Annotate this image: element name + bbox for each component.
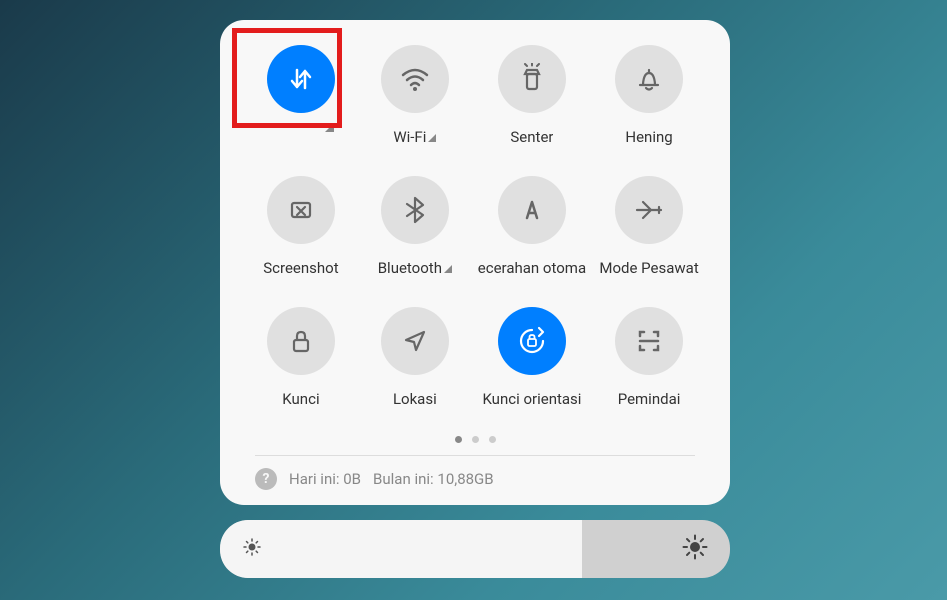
airplane-toggle[interactable] <box>615 176 683 244</box>
mobile-data-toggle[interactable] <box>267 45 335 113</box>
tile-label: ecerahan otoma <box>478 259 586 277</box>
flashlight-icon <box>516 63 548 95</box>
tile-label: Wi-Fi <box>393 128 436 146</box>
page-dot-1[interactable] <box>455 436 462 443</box>
flashlight-toggle[interactable] <box>498 45 566 113</box>
wifi-icon <box>399 63 431 95</box>
tile-screenshot: Screenshot <box>250 176 352 277</box>
tile-label: Hening <box>625 128 672 146</box>
bell-icon <box>633 63 665 95</box>
tile-scanner: Pemindai <box>598 307 700 408</box>
data-usage-row[interactable]: ? Hari ini: 0B Bulan ini: 10,88GB <box>240 456 710 490</box>
usage-month: Bulan ini: 10,88GB <box>373 470 494 488</box>
brightness-fill <box>220 520 582 578</box>
tile-label: Bluetooth <box>378 259 452 277</box>
wifi-toggle[interactable] <box>381 45 449 113</box>
scanner-button[interactable] <box>615 307 683 375</box>
page-dot-2[interactable] <box>472 436 479 443</box>
tiles-grid: Wi-Fi Senter H <box>240 45 710 408</box>
tile-flashlight: Senter <box>478 45 586 146</box>
quick-settings-panel: Wi-Fi Senter H <box>220 20 730 505</box>
lock-icon <box>285 325 317 357</box>
auto-brightness-icon <box>516 194 548 226</box>
orientation-lock-toggle[interactable] <box>498 307 566 375</box>
bluetooth-icon <box>399 194 431 226</box>
tile-mobile-data <box>250 45 352 146</box>
tile-label: Senter <box>510 128 553 146</box>
page-dot-3[interactable] <box>489 436 496 443</box>
airplane-icon <box>633 194 665 226</box>
expand-indicator-icon <box>444 265 452 273</box>
tile-location: Lokasi <box>364 307 466 408</box>
tile-bluetooth: Bluetooth <box>364 176 466 277</box>
help-icon: ? <box>255 468 277 490</box>
tile-lock: Kunci <box>250 307 352 408</box>
usage-today: Hari ini: 0B <box>289 470 361 488</box>
brightness-slider[interactable] <box>220 520 730 578</box>
tile-label: Mode Pesawat <box>599 259 698 277</box>
tile-orientation-lock: Kunci orientasi <box>478 307 586 408</box>
lock-button[interactable] <box>267 307 335 375</box>
silent-toggle[interactable] <box>615 45 683 113</box>
tile-label: Lokasi <box>393 390 437 408</box>
tile-label: Screenshot <box>263 259 338 277</box>
location-icon <box>399 325 431 357</box>
brightness-high-icon <box>682 534 708 564</box>
tile-label: Kunci <box>282 390 319 408</box>
scanner-icon <box>633 325 665 357</box>
tile-wifi: Wi-Fi <box>364 45 466 146</box>
bluetooth-toggle[interactable] <box>381 176 449 244</box>
expand-indicator-icon <box>325 123 334 132</box>
pagination-dots <box>240 436 710 443</box>
mobile-data-icon <box>285 63 317 95</box>
tile-airplane: Mode Pesawat <box>598 176 700 277</box>
screenshot-button[interactable] <box>267 176 335 244</box>
auto-brightness-toggle[interactable] <box>498 176 566 244</box>
screenshot-icon <box>285 194 317 226</box>
expand-indicator-icon <box>428 134 436 142</box>
orientation-lock-icon <box>515 324 549 358</box>
tile-label: Kunci orientasi <box>482 390 581 408</box>
tile-silent: Hening <box>598 45 700 146</box>
tile-auto-brightness: ecerahan otoma <box>478 176 586 277</box>
location-toggle[interactable] <box>381 307 449 375</box>
tile-label: Pemindai <box>618 390 681 408</box>
brightness-low-icon <box>242 537 262 561</box>
